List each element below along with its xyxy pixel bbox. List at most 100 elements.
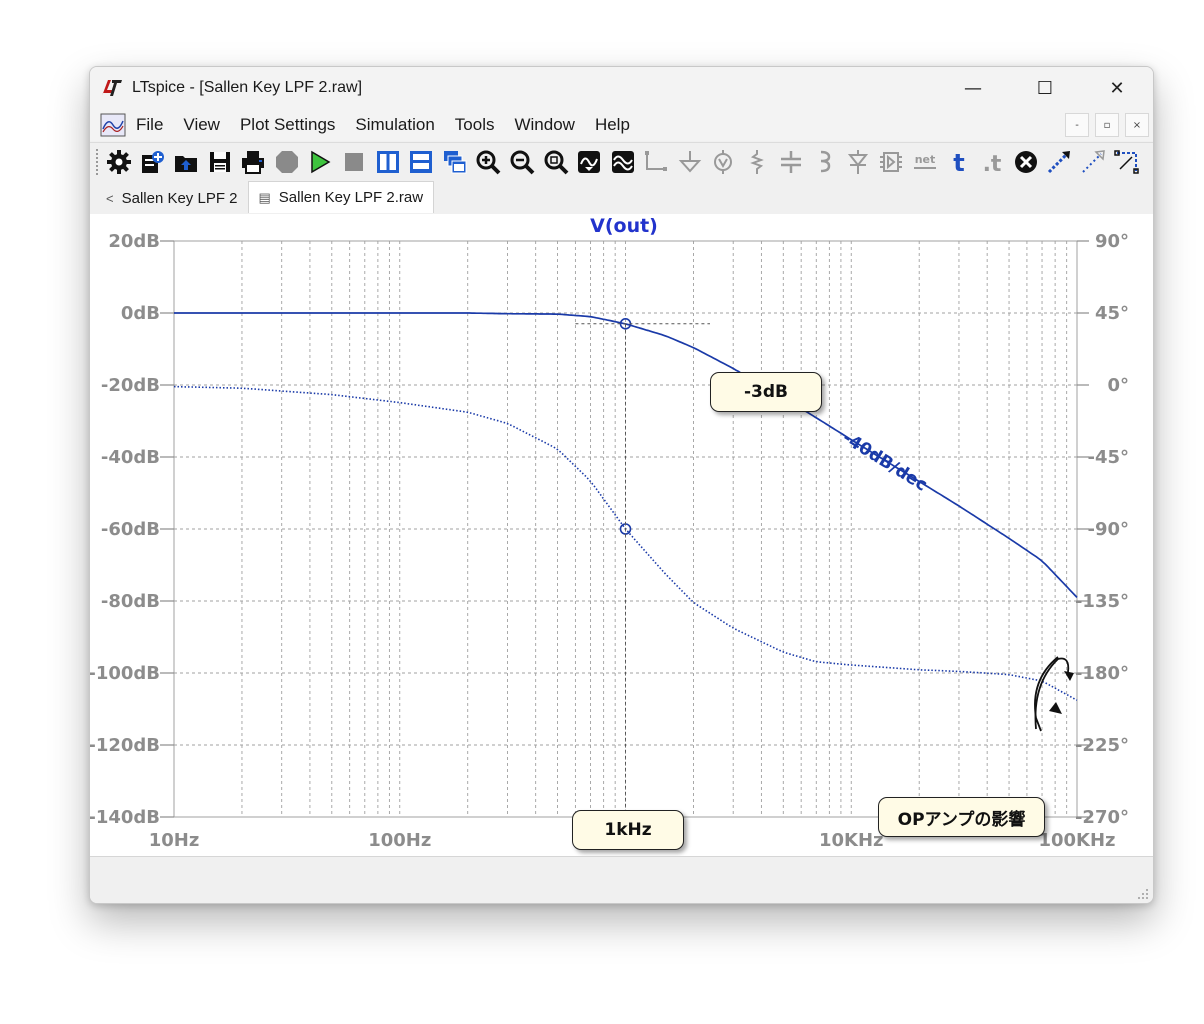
bode-plot[interactable]: 20dB 0dB -20dB -40dB -60dB -80dB -100dB -120dB -…: [90, 214, 1153, 856]
capacitor-icon: [780, 151, 801, 173]
waveform-document-icon[interactable]: [100, 113, 126, 137]
menu-help[interactable]: Help: [595, 115, 630, 135]
ground-icon: [678, 151, 702, 173]
toolbar-button[interactable]: [1043, 147, 1077, 177]
toolbar-button[interactable]: t: [942, 147, 976, 177]
toolbar-button[interactable]: [304, 147, 338, 177]
y-left-tick-label: -60dB: [101, 519, 160, 540]
toolbar-button[interactable]: [472, 147, 506, 177]
y-left-tick-label: 20dB: [108, 231, 160, 252]
window-title: LTspice - [Sallen Key LPF 2.raw]: [132, 79, 363, 96]
text-icon: .t: [983, 152, 1002, 175]
maximize-button[interactable]: ☐: [1009, 67, 1081, 109]
net-label-text: net: [915, 153, 936, 166]
toolbar-button[interactable]: [337, 147, 371, 177]
mdi-minimize-button[interactable]: -: [1065, 113, 1089, 137]
mdi-close-button[interactable]: ×: [1125, 113, 1149, 137]
move-icon: [1048, 151, 1071, 174]
y-right-tick-label: -270°: [1075, 807, 1129, 828]
y-right-tick-label: -135°: [1075, 591, 1129, 612]
inductor-icon: [821, 150, 831, 173]
halt-icon: [275, 151, 298, 173]
menu-view[interactable]: View: [183, 115, 220, 135]
toolbar-button[interactable]: [774, 147, 808, 177]
toolbar-button[interactable]: [807, 147, 841, 177]
waveform-file-icon: ▤: [258, 189, 271, 205]
menu-window[interactable]: Window: [514, 115, 574, 135]
toolbar-button[interactable]: [169, 147, 203, 177]
resize-grip-icon[interactable]: [1135, 886, 1149, 900]
x-tick-label: 10Hz: [149, 830, 200, 851]
schematic-icon: <: [106, 190, 114, 206]
stop-icon: [344, 153, 363, 171]
toolbar-button[interactable]: [572, 147, 606, 177]
diode-icon: [847, 150, 868, 174]
y-left-tick-label: -120dB: [90, 735, 160, 756]
waveform-plot-pane[interactable]: 20dB 0dB -20dB -40dB -60dB -80dB -100dB -120dB -…: [90, 214, 1153, 856]
menu-plot-settings[interactable]: Plot Settings: [240, 115, 335, 135]
toolbar-button[interactable]: [1076, 147, 1110, 177]
drag-icon: [1082, 150, 1105, 173]
text-tool-text: .t: [983, 152, 1002, 175]
tab-waveform[interactable]: ▤ Sallen Key LPF 2.raw: [247, 181, 435, 213]
close-icon: ✕: [1109, 77, 1125, 99]
toolbar-button[interactable]: [673, 147, 707, 177]
y-right-tick-label: -225°: [1075, 735, 1129, 756]
minimize-button[interactable]: —: [937, 67, 1009, 109]
y-left-tick-label: -40dB: [101, 447, 160, 468]
toolbar-button[interactable]: [270, 147, 304, 177]
mdi-restore-button[interactable]: ▫: [1095, 113, 1119, 137]
minimize-icon: —: [964, 77, 982, 99]
wire-icon: [645, 151, 668, 171]
menu-simulation[interactable]: Simulation: [355, 115, 434, 135]
toolbar-button[interactable]: [102, 147, 136, 177]
tab-schematic[interactable]: < Sallen Key LPF 2: [96, 183, 248, 213]
document-tab-bar: < Sallen Key LPF 2 ▤ Sallen Key LPF 2.ra…: [90, 181, 1153, 213]
resistor-icon: [750, 150, 764, 174]
curved-arrow-upper: [1034, 657, 1070, 730]
menu-tools[interactable]: Tools: [455, 115, 495, 135]
toolbar-button[interactable]: [707, 147, 741, 177]
close-button[interactable]: ✕: [1081, 67, 1153, 109]
waveform-icon: [611, 151, 634, 173]
menu-file[interactable]: File: [136, 115, 163, 135]
tile-vertical-icon: [376, 151, 399, 173]
title-bar[interactable]: LTspice - [Sallen Key LPF 2.raw] — ☐ ✕: [90, 67, 1153, 109]
trace-title[interactable]: V(out): [590, 215, 658, 237]
zoom-out-icon: [510, 150, 535, 175]
toolbar-button[interactable]: [640, 147, 674, 177]
toolbar-button[interactable]: [136, 147, 170, 177]
toolbar-button[interactable]: [875, 147, 909, 177]
y-left-tick-label: 0dB: [121, 303, 160, 324]
toolbar-button[interactable]: net: [908, 147, 942, 177]
opamp-effect-arrows: [1034, 656, 1074, 732]
toolbar-button[interactable]: .t: [975, 147, 1009, 177]
toolbar-button[interactable]: [438, 147, 472, 177]
y-right-tick-label: 0°: [1107, 375, 1129, 396]
ltspice-window: LTspice - [Sallen Key LPF 2.raw] — ☐ ✕ F…: [89, 66, 1154, 904]
y-left-tick-label: -80dB: [101, 591, 160, 612]
toolbar-button[interactable]: [505, 147, 539, 177]
toolbar-button[interactable]: [203, 147, 237, 177]
toolbar-button[interactable]: [606, 147, 640, 177]
axis-ticks: 20dB 0dB -20dB -40dB -60dB -80dB -100dB -120dB -…: [90, 231, 1129, 851]
y-right-tick-label: -90°: [1087, 519, 1129, 540]
arrow-head-lower: [1049, 702, 1062, 714]
minus3db-callout: -3dB: [710, 372, 822, 412]
tile-horizontal-icon: [410, 151, 433, 173]
spice-directive-text: t: [953, 149, 964, 175]
toolbar-button[interactable]: [740, 147, 774, 177]
toolbar-button[interactable]: [236, 147, 270, 177]
open-icon: [174, 156, 197, 172]
autorange-icon: [578, 151, 601, 173]
ltspice-logo-icon: [102, 80, 122, 96]
component-icon: [880, 152, 903, 172]
toolbar-button[interactable]: [1009, 147, 1043, 177]
toolbar-button[interactable]: [371, 147, 405, 177]
toolbar-button[interactable]: [1110, 147, 1144, 177]
x-tick-label: 100Hz: [368, 830, 431, 851]
toolbar-button[interactable]: [539, 147, 573, 177]
y-left-tick-label: -100dB: [90, 663, 160, 684]
toolbar-button[interactable]: [404, 147, 438, 177]
toolbar-button[interactable]: [841, 147, 875, 177]
